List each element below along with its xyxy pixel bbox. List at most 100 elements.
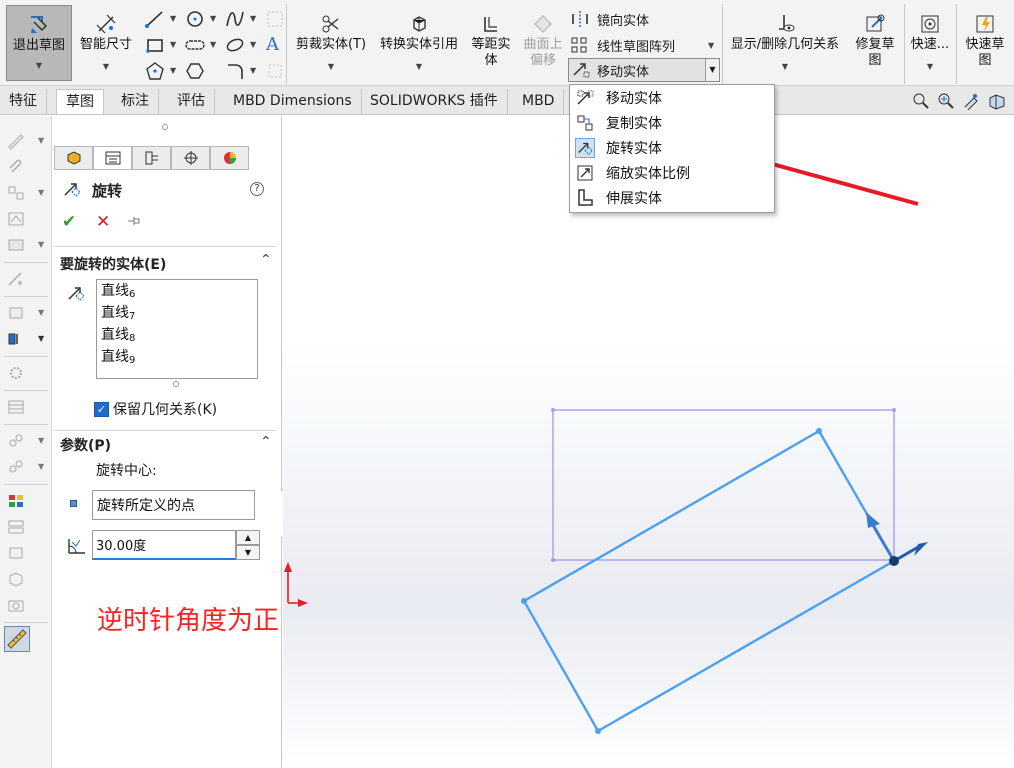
rectangle-icon[interactable] xyxy=(144,34,166,56)
point-icon[interactable] xyxy=(264,60,286,82)
chevron-down-icon[interactable]: ▼ xyxy=(38,136,44,145)
convert-entities-button[interactable]: 转换实体引用 ▼ xyxy=(374,5,464,81)
display-delete-relations-button[interactable]: 显示/删除几何关系 ▼ xyxy=(724,5,846,81)
chevron-down-icon[interactable]: ▼ xyxy=(705,59,719,81)
block-icon[interactable] xyxy=(6,304,26,322)
chevron-down-icon[interactable]: ▼ xyxy=(38,240,44,249)
color-grid-icon[interactable] xyxy=(6,492,26,510)
chevron-down-icon[interactable]: ▼ xyxy=(210,14,216,23)
previous-view-icon[interactable] xyxy=(962,92,980,110)
zoom-area-icon[interactable] xyxy=(937,92,955,110)
fillet-icon[interactable] xyxy=(224,60,246,82)
exit-sketch-button[interactable]: 退出草图 ▼ xyxy=(6,5,72,81)
polygon-icon[interactable] xyxy=(144,60,166,82)
sketch-icon[interactable] xyxy=(6,132,26,150)
tab-features[interactable]: 特征 xyxy=(0,89,47,114)
stack-icon[interactable] xyxy=(6,544,26,562)
chevron-down-icon[interactable]: ▼ xyxy=(36,58,42,74)
cancel-x-icon[interactable]: ✕ xyxy=(96,212,110,232)
chevron-down-icon[interactable]: ▼ xyxy=(170,14,176,23)
graphics-area[interactable] xyxy=(283,116,1014,768)
angle-input[interactable] xyxy=(92,530,236,560)
chevron-down-icon[interactable]: ▼ xyxy=(170,40,176,49)
list-item[interactable]: 直线9 xyxy=(101,348,253,370)
chevron-down-icon[interactable]: ▼ xyxy=(250,14,256,23)
chevron-down-icon[interactable]: ▼ xyxy=(170,66,176,75)
angle-spinner-down[interactable]: ▼ xyxy=(236,545,260,560)
ok-check-icon[interactable]: ✔ xyxy=(62,212,76,232)
tab-markup[interactable]: 标注 xyxy=(112,89,159,114)
paperclip-icon[interactable] xyxy=(6,158,26,176)
hexagon-icon[interactable] xyxy=(184,60,206,82)
gear-icon[interactable] xyxy=(6,364,26,382)
tab-property-manager[interactable] xyxy=(93,146,132,170)
collapse-chevron-icon[interactable]: ⌃ xyxy=(260,252,272,268)
chevron-down-icon[interactable]: ▼ xyxy=(38,334,44,343)
camera-icon[interactable] xyxy=(6,596,26,614)
splitter-handle[interactable] xyxy=(162,124,168,130)
tab-feature-manager[interactable] xyxy=(54,146,93,170)
relation-icon[interactable] xyxy=(6,432,26,450)
rapid-sketch-button[interactable]: 快速草 图 xyxy=(958,5,1012,81)
dimension-icon[interactable] xyxy=(6,270,26,288)
list-item[interactable]: 直线7 xyxy=(101,304,253,326)
chevron-down-icon[interactable]: ▼ xyxy=(38,436,44,445)
tab-dim-xpert[interactable] xyxy=(171,146,210,170)
chevron-down-icon[interactable]: ▼ xyxy=(38,188,44,197)
list-item[interactable]: 直线8 xyxy=(101,326,253,348)
relation2-icon[interactable] xyxy=(6,458,26,476)
text-icon[interactable]: A xyxy=(266,34,288,56)
tab-sketch[interactable]: 草图 xyxy=(56,89,104,114)
pushpin-icon[interactable] xyxy=(126,214,142,228)
tab-display-manager[interactable] xyxy=(210,146,249,170)
smart-dimension-button[interactable]: 智能尺寸 ▼ xyxy=(76,5,136,81)
chevron-down-icon[interactable]: ▼ xyxy=(250,66,256,75)
help-button[interactable]: ? xyxy=(250,182,264,196)
rotation-triad[interactable] xyxy=(866,512,928,566)
chevron-down-icon[interactable]: ▼ xyxy=(927,59,933,75)
chevron-down-icon[interactable]: ▼ xyxy=(250,40,256,49)
instant2d-icon[interactable] xyxy=(6,210,26,228)
spline-icon[interactable] xyxy=(224,8,246,30)
menu-item-move-entities[interactable]: 移动实体 xyxy=(570,86,774,110)
list-item[interactable]: 直线6 xyxy=(101,282,253,304)
layout-icon[interactable] xyxy=(6,184,26,202)
cube-icon[interactable] xyxy=(6,570,26,588)
trim-entities-button[interactable]: 剪裁实体(T) ▼ xyxy=(292,5,370,81)
menu-item-copy-entities[interactable]: 复制实体 xyxy=(570,111,774,135)
chevron-down-icon[interactable]: ▼ xyxy=(416,59,422,75)
angle-spinner-up[interactable]: ▲ xyxy=(236,530,260,545)
chevron-down-icon[interactable]: ▼ xyxy=(38,308,44,317)
repair-sketch-button[interactable]: 修复草 图 xyxy=(850,5,900,81)
chevron-down-icon[interactable]: ▼ xyxy=(38,462,44,471)
menu-item-scale-entities[interactable]: 缩放实体比例 xyxy=(570,161,774,185)
rotation-center-input[interactable] xyxy=(92,490,255,520)
ellipse-icon[interactable] xyxy=(224,34,246,56)
tab-configuration-manager[interactable] xyxy=(132,146,171,170)
zoom-to-fit-icon[interactable] xyxy=(912,92,930,110)
chevron-down-icon[interactable]: ▼ xyxy=(328,59,334,75)
entities-listbox[interactable]: 直线6 直线7 直线8 直线9 xyxy=(96,279,258,379)
chevron-down-icon[interactable]: ▼ xyxy=(103,59,109,75)
tab-solidworks-addins[interactable]: SOLIDWORKS 插件 xyxy=(361,89,508,114)
tab-evaluate[interactable]: 评估 xyxy=(168,89,215,114)
linear-pattern-button[interactable]: 线性草图阵列 xyxy=(570,35,675,55)
arrange-icon[interactable] xyxy=(6,518,26,536)
ruler-toggle[interactable] xyxy=(4,626,30,652)
circle-icon[interactable] xyxy=(184,8,206,30)
tab-mbd[interactable]: MBD xyxy=(513,89,565,114)
mirror-entities-button[interactable]: 镜向实体 xyxy=(570,9,649,29)
tab-mbd-dimensions[interactable]: MBD Dimensions xyxy=(224,89,362,114)
quick-snaps-button[interactable]: 快速... ▼ xyxy=(906,5,954,81)
move-entities-combo[interactable]: 移动实体 ▼ xyxy=(568,58,720,82)
chevron-down-icon[interactable]: ▼ xyxy=(782,59,788,75)
table-icon[interactable] xyxy=(6,398,26,416)
section-view-icon[interactable] xyxy=(987,92,1007,110)
rotated-rectangle[interactable] xyxy=(521,428,896,734)
slot-icon[interactable] xyxy=(184,34,206,56)
sketch-graphics[interactable] xyxy=(283,116,1014,768)
offset-entities-button[interactable]: 等距实 体 xyxy=(466,5,516,81)
shaded-sketch-icon[interactable] xyxy=(6,236,26,254)
keep-relations-checkbox[interactable]: ✓ 保留几何关系(K) xyxy=(94,399,217,419)
chevron-down-icon[interactable]: ▼ xyxy=(708,41,714,50)
